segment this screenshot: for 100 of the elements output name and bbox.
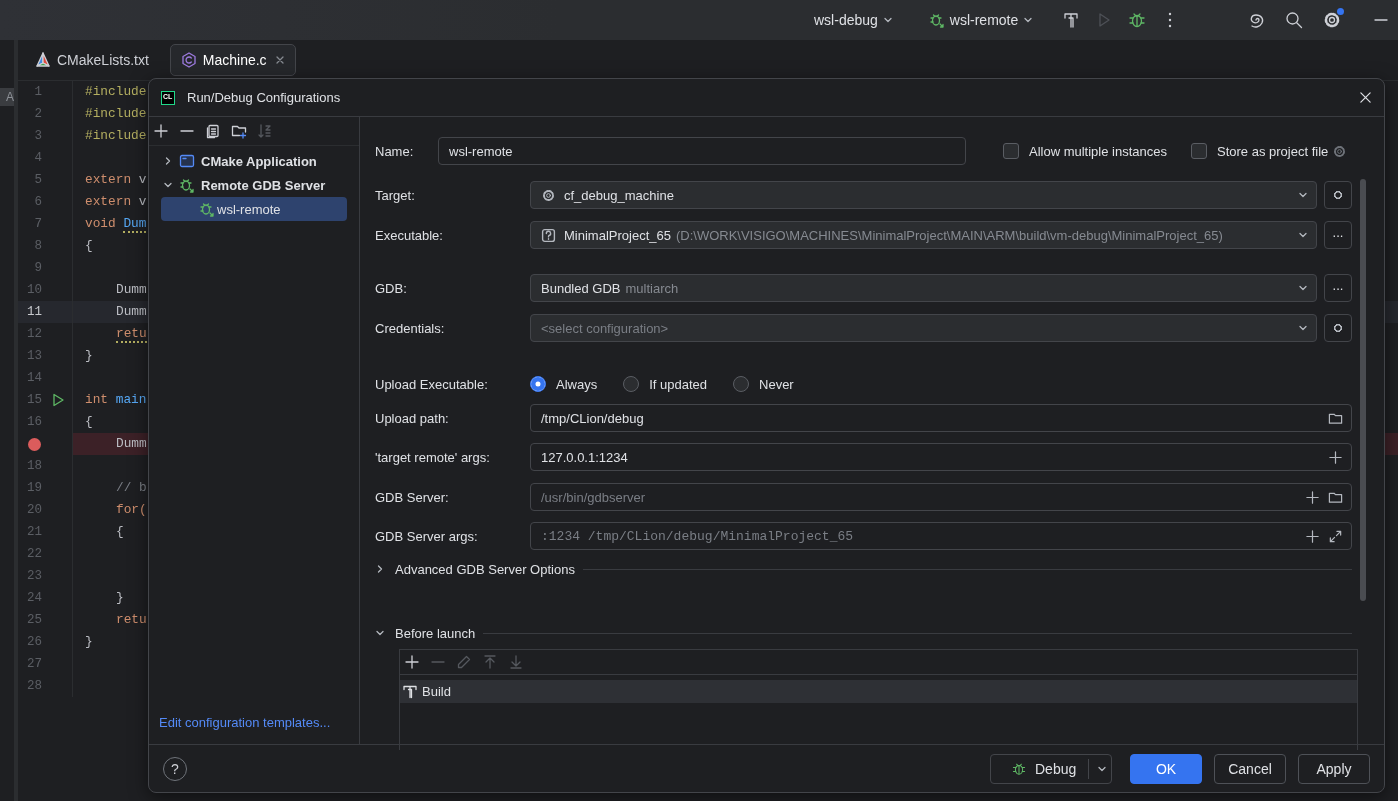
- field-label: 'target remote' args:: [375, 449, 491, 465]
- folder-add-icon[interactable]: [231, 123, 247, 139]
- upload-path-field[interactable]: /tmp/CLion/debug: [530, 404, 1352, 432]
- add-icon[interactable]: [404, 654, 420, 670]
- code-text: #include: [85, 127, 147, 145]
- gdb-server-field[interactable]: /usr/bin/gdbserver: [530, 483, 1352, 511]
- code-text: {: [116, 523, 124, 541]
- add-icon[interactable]: [153, 123, 169, 139]
- line-number: 13: [26, 349, 42, 363]
- breakpoint-dot[interactable]: [28, 437, 41, 451]
- debug-split-button[interactable]: Debug: [990, 753, 1112, 784]
- checkbox-option[interactable]: Store as project file: [1191, 143, 1329, 159]
- checkbox[interactable]: [1003, 143, 1019, 159]
- line-number: 22: [26, 547, 42, 561]
- line-number: 18: [26, 459, 42, 473]
- target-dropdown[interactable]: cf_debug_machine: [530, 181, 1317, 209]
- line-number: 7: [33, 217, 42, 231]
- expand-icon[interactable]: [1328, 528, 1343, 544]
- field-label: Target:: [375, 187, 416, 203]
- line-number: 19: [26, 481, 42, 495]
- chevron-down-icon[interactable]: [163, 180, 173, 190]
- bug-icon: [199, 201, 215, 217]
- code-text: retu: [116, 611, 147, 629]
- triangle-icon: [35, 52, 51, 68]
- line-number: 9: [33, 261, 42, 275]
- code-text: #include: [85, 105, 147, 123]
- file-tab[interactable]: CMakeLists.txt: [24, 44, 160, 76]
- settings-button[interactable]: [1324, 314, 1352, 342]
- radio-option[interactable]: If updated: [623, 376, 707, 392]
- target-remote-field[interactable]: 127.0.0.1:1234: [530, 443, 1352, 471]
- tree-item[interactable]: Remote GDB Server: [161, 173, 347, 197]
- apply-button[interactable]: Apply: [1298, 753, 1370, 784]
- side-panel-label: A: [0, 88, 14, 106]
- line-number: 25: [26, 613, 42, 627]
- line-number: 26: [26, 635, 42, 649]
- checkbox[interactable]: [1191, 143, 1207, 159]
- chevron-right-icon[interactable]: [163, 156, 173, 166]
- section-toggle[interactable]: Before launch: [375, 625, 476, 641]
- browse-button[interactable]: ...: [1324, 221, 1352, 249]
- tree-item[interactable]: CMake Application: [161, 149, 347, 173]
- code-text: Dumm: [116, 435, 147, 453]
- code-text: Dum: [123, 215, 147, 233]
- profile-selector[interactable]: wsl-debug: [808, 8, 899, 32]
- line-number: 6: [33, 195, 42, 209]
- section-toggle[interactable]: Advanced GDB Server Options: [375, 561, 575, 577]
- line-number: 11: [26, 305, 42, 319]
- code-text: v: [138, 193, 147, 211]
- field-label: Name:: [375, 143, 415, 159]
- code-text: for(: [116, 501, 147, 519]
- chevron-icon: [882, 15, 893, 25]
- bug-icon: [179, 177, 195, 193]
- gear-icon: [541, 187, 556, 203]
- radio-option[interactable]: Always: [530, 376, 598, 392]
- question-icon: [541, 227, 556, 243]
- gdb-server-args-field[interactable]: :1234 /tmp/CLion/debug/MinimalProject_65: [530, 522, 1352, 550]
- add-icon[interactable]: [1305, 528, 1320, 544]
- line-number: 21: [26, 525, 42, 539]
- run-config-selector[interactable]: wsl-remote: [922, 8, 1040, 32]
- line-number: 14: [26, 371, 42, 385]
- name-field[interactable]: wsl-remote: [438, 137, 966, 165]
- code-text: // b: [116, 479, 147, 497]
- settings-button[interactable]: [1324, 181, 1352, 209]
- radio-button[interactable]: [623, 376, 640, 392]
- search-icon[interactable]: [1284, 10, 1305, 30]
- code-text: {: [85, 237, 93, 255]
- hammer-icon: [402, 683, 418, 700]
- dialog-title: Run/Debug Configurations: [187, 90, 342, 105]
- add-icon[interactable]: [1305, 489, 1320, 505]
- code-text: }: [85, 633, 93, 651]
- line-number: 1: [33, 85, 42, 99]
- scrollbar[interactable]: [1360, 179, 1366, 601]
- gdb-dropdown[interactable]: Bundled GDB multiarch: [530, 274, 1317, 302]
- code-text: v: [138, 171, 147, 189]
- code-text: extern: [85, 171, 132, 189]
- add-icon[interactable]: [1328, 449, 1343, 465]
- ok-button[interactable]: OK: [1130, 753, 1202, 784]
- copy-icon[interactable]: [205, 123, 221, 139]
- field-label: GDB Server args:: [375, 528, 479, 544]
- browse-button[interactable]: ...: [1324, 274, 1352, 302]
- line-number: 8: [33, 239, 42, 253]
- line-number: 10: [26, 283, 42, 297]
- file-tab[interactable]: Machine.c: [169, 44, 296, 76]
- radio-option[interactable]: Never: [733, 376, 794, 392]
- templates-link[interactable]: Edit configuration templates...: [149, 715, 359, 730]
- code-text: {: [85, 413, 93, 431]
- executable-dropdown[interactable]: MinimalProject_65 (D:\WORK\VISIGO\MACHINES\MinimalProject\MAIN\ARM\build\vm-debug\MinimalProject_65): [530, 221, 1317, 249]
- run-icon[interactable]: [51, 393, 65, 407]
- field-label: GDB Server:: [375, 489, 450, 505]
- radio-button[interactable]: [733, 376, 749, 392]
- task-item[interactable]: Build: [400, 680, 1357, 703]
- cancel-button[interactable]: Cancel: [1214, 753, 1286, 784]
- field-label: Upload path:: [375, 410, 450, 426]
- checkbox-option[interactable]: Allow multiple instances: [1003, 143, 1167, 159]
- code-text: main: [115, 391, 147, 409]
- field-label: GDB:: [375, 280, 408, 296]
- close-icon[interactable]: [1359, 91, 1372, 104]
- radio-button[interactable]: [530, 376, 546, 392]
- code-text: #include: [85, 83, 147, 101]
- line-number: 16: [26, 415, 42, 429]
- tree-item[interactable]: wsl-remote: [161, 197, 347, 221]
